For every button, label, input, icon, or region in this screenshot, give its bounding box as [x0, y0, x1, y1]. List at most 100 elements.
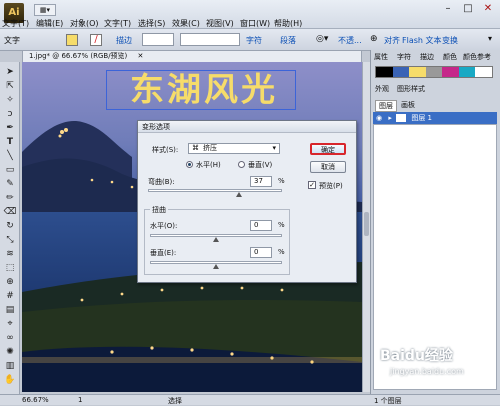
line-tool-icon[interactable]: ╲ — [3, 150, 17, 162]
graph-tool-icon[interactable]: ▥ — [3, 360, 17, 372]
close-button[interactable]: ✕ — [478, 2, 498, 16]
transform-link[interactable]: 变换 — [442, 35, 458, 46]
pen-tool-icon[interactable]: ✒ — [3, 122, 17, 134]
control-bar: 文字 / 描边 字符 段落 ◎▾ 不透... ⊕ 对齐 Flash 文本 变换 … — [0, 29, 500, 51]
preview-checkbox[interactable]: ✓ — [308, 181, 316, 189]
panel-tab-layers[interactable]: 图层 — [375, 100, 397, 112]
horizontal-distortion-percent: % — [278, 221, 285, 229]
stroke-link[interactable]: 描边 — [116, 35, 132, 46]
stroke-swatch[interactable]: / — [90, 34, 102, 46]
direct-selection-tool-icon[interactable]: ⇱ — [3, 80, 17, 92]
font-family-select[interactable] — [180, 33, 240, 46]
scroll-thumb[interactable] — [364, 212, 369, 236]
swatch-magenta[interactable] — [442, 67, 459, 77]
swatch-cyan[interactable] — [458, 67, 476, 77]
menu-view[interactable]: 视图(V) — [206, 18, 234, 29]
swatch-yellow[interactable] — [409, 67, 426, 77]
swatch-white[interactable] — [475, 67, 493, 77]
panel-menu-icon[interactable]: ▾ — [488, 34, 492, 43]
bend-value-field[interactable]: 37 — [250, 176, 272, 187]
style-select[interactable]: ⌘ 挤压 ▾ — [188, 143, 280, 154]
align-link[interactable]: 对齐 — [384, 35, 400, 46]
bend-slider[interactable] — [148, 189, 282, 192]
cancel-button[interactable]: 取消 — [310, 161, 346, 173]
style-value: 挤压 — [203, 144, 217, 152]
fill-swatch[interactable] — [66, 34, 78, 46]
swatch-gray[interactable] — [425, 67, 443, 77]
menu-window[interactable]: 窗口(W) — [240, 18, 270, 29]
bend-label: 弯曲(B): — [148, 178, 175, 186]
shape-builder-icon[interactable]: ⊕ — [3, 276, 17, 288]
document-tab[interactable]: 1.jpg* @ 66.67% (RGB/预览) ✕ — [22, 50, 362, 62]
horizontal-distortion-field[interactable]: 0 — [250, 220, 272, 231]
lasso-tool-icon[interactable]: ↄ — [3, 108, 17, 120]
swatch-blue[interactable] — [392, 67, 410, 77]
menu-help[interactable]: 帮助(H) — [274, 18, 302, 29]
panel-tab-color[interactable]: 颜色 — [443, 52, 457, 62]
panel-tab-attributes[interactable]: 属性 — [374, 52, 388, 62]
warp-tool-icon[interactable]: ≋ — [3, 248, 17, 260]
restore-button[interactable]: □ — [458, 2, 478, 16]
scale-tool-icon[interactable]: ⤡ — [3, 234, 17, 246]
layer-row[interactable]: ◉ ▸ 图层 1 — [373, 112, 497, 124]
gradient-tool-icon[interactable]: ▤ — [3, 304, 17, 316]
character-link[interactable]: 字符 — [246, 35, 262, 46]
horizontal-radio[interactable] — [186, 161, 193, 168]
warped-title-text[interactable]: 东湖风光 — [114, 71, 294, 109]
page-number[interactable]: 1 — [78, 396, 82, 404]
ok-button[interactable]: 确定 — [310, 143, 346, 155]
swatch-strip[interactable] — [375, 66, 493, 78]
close-tab-icon[interactable]: ✕ — [138, 52, 144, 60]
type-tool-icon[interactable]: T — [3, 136, 17, 148]
eraser-tool-icon[interactable]: ⌫ — [3, 206, 17, 218]
menu-edit[interactable]: 编辑(E) — [36, 18, 63, 29]
brush-tool-icon[interactable]: ✎ — [3, 178, 17, 190]
pencil-tool-icon[interactable]: ✏ — [3, 192, 17, 204]
symbol-sprayer-icon[interactable]: ✺ — [3, 346, 17, 358]
panel-tab-color-guide[interactable]: 颜色参考 — [463, 52, 491, 62]
rotate-tool-icon[interactable]: ↻ — [3, 220, 17, 232]
panel-tab-character[interactable]: 字符 — [397, 52, 411, 62]
panel-tab-artboards[interactable]: 画板 — [401, 100, 415, 110]
menu-effect[interactable]: 效果(C) — [172, 18, 200, 29]
magic-wand-icon[interactable]: ✧ — [3, 94, 17, 106]
layer-thumbnail — [396, 114, 407, 122]
tools-panel: ➤ ⇱ ✧ ↄ ✒ T ╲ ▭ ✎ ✏ ⌫ ↻ ⤡ ≋ ⬚ ⊕ # ▤ ⌖ ∞ … — [0, 62, 20, 395]
bend-slider-thumb[interactable] — [235, 192, 242, 197]
free-transform-icon[interactable]: ⬚ — [3, 262, 17, 274]
eyedropper-icon[interactable]: ⌖ — [3, 318, 17, 330]
visibility-eye-icon[interactable]: ◉ — [376, 114, 382, 122]
paragraph-link[interactable]: 段落 — [280, 35, 296, 46]
stroke-weight-select[interactable] — [142, 33, 174, 46]
panel-tab-appearance[interactable]: 外观 — [375, 84, 389, 94]
menu-type[interactable]: 文字(T) — [104, 18, 131, 29]
vertical-distortion-label: 垂直(E): — [150, 249, 177, 257]
swatch-black[interactable] — [376, 67, 393, 77]
workspace-button[interactable]: ▦▾ — [34, 4, 56, 16]
selection-tool-icon[interactable]: ➤ — [3, 66, 17, 78]
mesh-tool-icon[interactable]: # — [3, 290, 17, 302]
menu-object[interactable]: 对象(O) — [70, 18, 99, 29]
vertical-distortion-field[interactable]: 0 — [250, 247, 272, 258]
vertical-distortion-percent: % — [278, 248, 285, 256]
zoom-level[interactable]: 66.67% — [22, 396, 49, 404]
horizontal-distortion-thumb[interactable] — [213, 237, 219, 242]
hand-tool-icon[interactable]: ✋ — [3, 374, 17, 386]
menu-file[interactable]: 文字(T) — [2, 18, 29, 29]
layer-name[interactable]: 图层 1 — [411, 114, 432, 122]
style-icon[interactable]: ◎▾ — [316, 34, 328, 44]
flash-text-link[interactable]: Flash 文本 — [402, 35, 442, 46]
vertical-radio[interactable] — [238, 161, 245, 168]
vertical-distortion-thumb[interactable] — [213, 264, 219, 269]
recolor-icon[interactable]: ⊕ — [370, 34, 378, 44]
horizontal-distortion-label: 水平(O): — [150, 222, 178, 230]
panel-tab-graphic-styles[interactable]: 图形样式 — [397, 84, 425, 94]
menu-select[interactable]: 选择(S) — [138, 18, 165, 29]
minimize-button[interactable]: – — [438, 2, 458, 16]
blend-tool-icon[interactable]: ∞ — [3, 332, 17, 344]
opacity-link[interactable]: 不透... — [338, 35, 362, 46]
panel-tab-stroke[interactable]: 描边 — [420, 52, 434, 62]
vertical-scrollbar[interactable] — [362, 62, 370, 392]
rectangle-tool-icon[interactable]: ▭ — [3, 164, 17, 176]
expand-arrow-icon[interactable]: ▸ — [388, 114, 392, 122]
